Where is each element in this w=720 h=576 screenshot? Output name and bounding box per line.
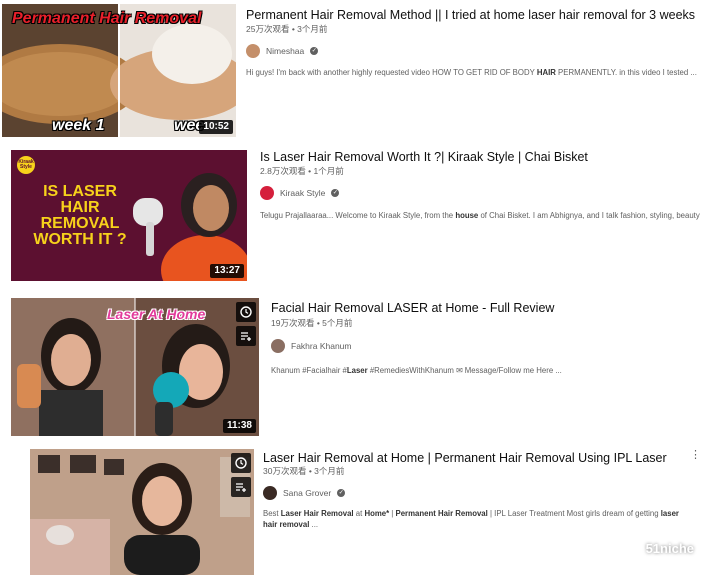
result-2: Kiraak Style IS LASER HAIR REMOVAL WORTH… xyxy=(0,140,720,290)
clock-icon[interactable] xyxy=(236,302,256,322)
channel-name[interactable]: Fakhra Khanum xyxy=(291,340,351,352)
watermark: 51niche xyxy=(619,540,694,556)
channel-avatar[interactable] xyxy=(246,44,260,58)
thumbnail-1-banner: Permanent Hair Removal xyxy=(12,10,202,27)
channel-avatar[interactable] xyxy=(263,486,277,500)
video-title[interactable]: Is Laser Hair Removal Worth It ?| Kiraak… xyxy=(260,149,588,165)
duration-badge: 10:52 xyxy=(199,120,233,134)
kiraak-logo: Kiraak Style xyxy=(17,156,35,174)
video-description: Khanum #Facialhair #Laser #RemediesWithK… xyxy=(271,366,562,375)
queue-icon[interactable] xyxy=(236,326,256,346)
check-icon: ✓ xyxy=(337,489,346,497)
video-title[interactable]: Laser Hair Removal at Home | Permanent H… xyxy=(263,450,667,466)
channel-row[interactable]: Fakhra Khanum xyxy=(271,339,351,353)
result-4: Laser Hair Removal at Home | Permanent H… xyxy=(0,440,720,576)
thumbnail-1-week-left: week 1 xyxy=(52,117,105,134)
result-3: Laser At Home 11:38 Facial Hair Removal … xyxy=(0,290,720,440)
check-icon: ✓ xyxy=(310,47,319,55)
channel-row[interactable]: Sana Grover ✓ xyxy=(263,486,346,500)
thumbnail-4[interactable] xyxy=(30,449,254,575)
channel-name[interactable]: Kiraak Style xyxy=(280,187,325,199)
video-meta: 2.8万次观看 • 1个月前 xyxy=(260,166,344,176)
thumbnail-1[interactable]: Permanent Hair Removal week 1 wee 10:52 xyxy=(2,4,236,137)
result-1: Permanent Hair Removal week 1 wee 10:52 … xyxy=(0,0,720,140)
thumbnail-4-art xyxy=(30,449,254,575)
channel-name[interactable]: Sana Grover xyxy=(283,487,331,499)
channel-avatar[interactable] xyxy=(260,186,274,200)
video-meta: 25万次观看 • 3个月前 xyxy=(246,24,328,34)
video-meta: 30万次观看 • 3个月前 xyxy=(263,466,345,476)
duration-badge: 11:38 xyxy=(222,419,256,433)
thumbnail-2-headline: IS LASER HAIR REMOVAL WORTH IT ? xyxy=(33,183,127,248)
queue-icon[interactable] xyxy=(231,477,251,497)
video-title[interactable]: Permanent Hair Removal Method || I tried… xyxy=(246,7,695,23)
kebab-icon[interactable]: ⋮ xyxy=(690,450,701,461)
video-description: Telugu Prajallaaraa... Welcome to Kiraak… xyxy=(260,211,700,220)
video-description: Hi guys! I'm back with another highly re… xyxy=(246,68,697,77)
video-meta: 19万次观看 • 5个月前 xyxy=(271,318,353,328)
channel-row[interactable]: Kiraak Style ✓ xyxy=(260,186,340,200)
thumbnail-2[interactable]: Kiraak Style IS LASER HAIR REMOVAL WORTH… xyxy=(11,150,247,281)
thumbnail-3-banner: Laser At Home xyxy=(107,306,206,322)
wechat-icon xyxy=(619,540,642,556)
clock-icon[interactable] xyxy=(231,453,251,473)
thumbnail-3[interactable]: Laser At Home 11:38 xyxy=(11,298,259,436)
channel-row[interactable]: Nimeshaa ✓ xyxy=(246,44,319,58)
channel-avatar[interactable] xyxy=(271,339,285,353)
duration-badge: 13:27 xyxy=(210,264,244,278)
check-icon: ✓ xyxy=(331,189,340,197)
video-title[interactable]: Facial Hair Removal LASER at Home - Full… xyxy=(271,300,554,316)
video-description: Best Laser Hair Removal at Home* | Perma… xyxy=(263,509,679,529)
channel-name[interactable]: Nimeshaa xyxy=(266,45,304,57)
